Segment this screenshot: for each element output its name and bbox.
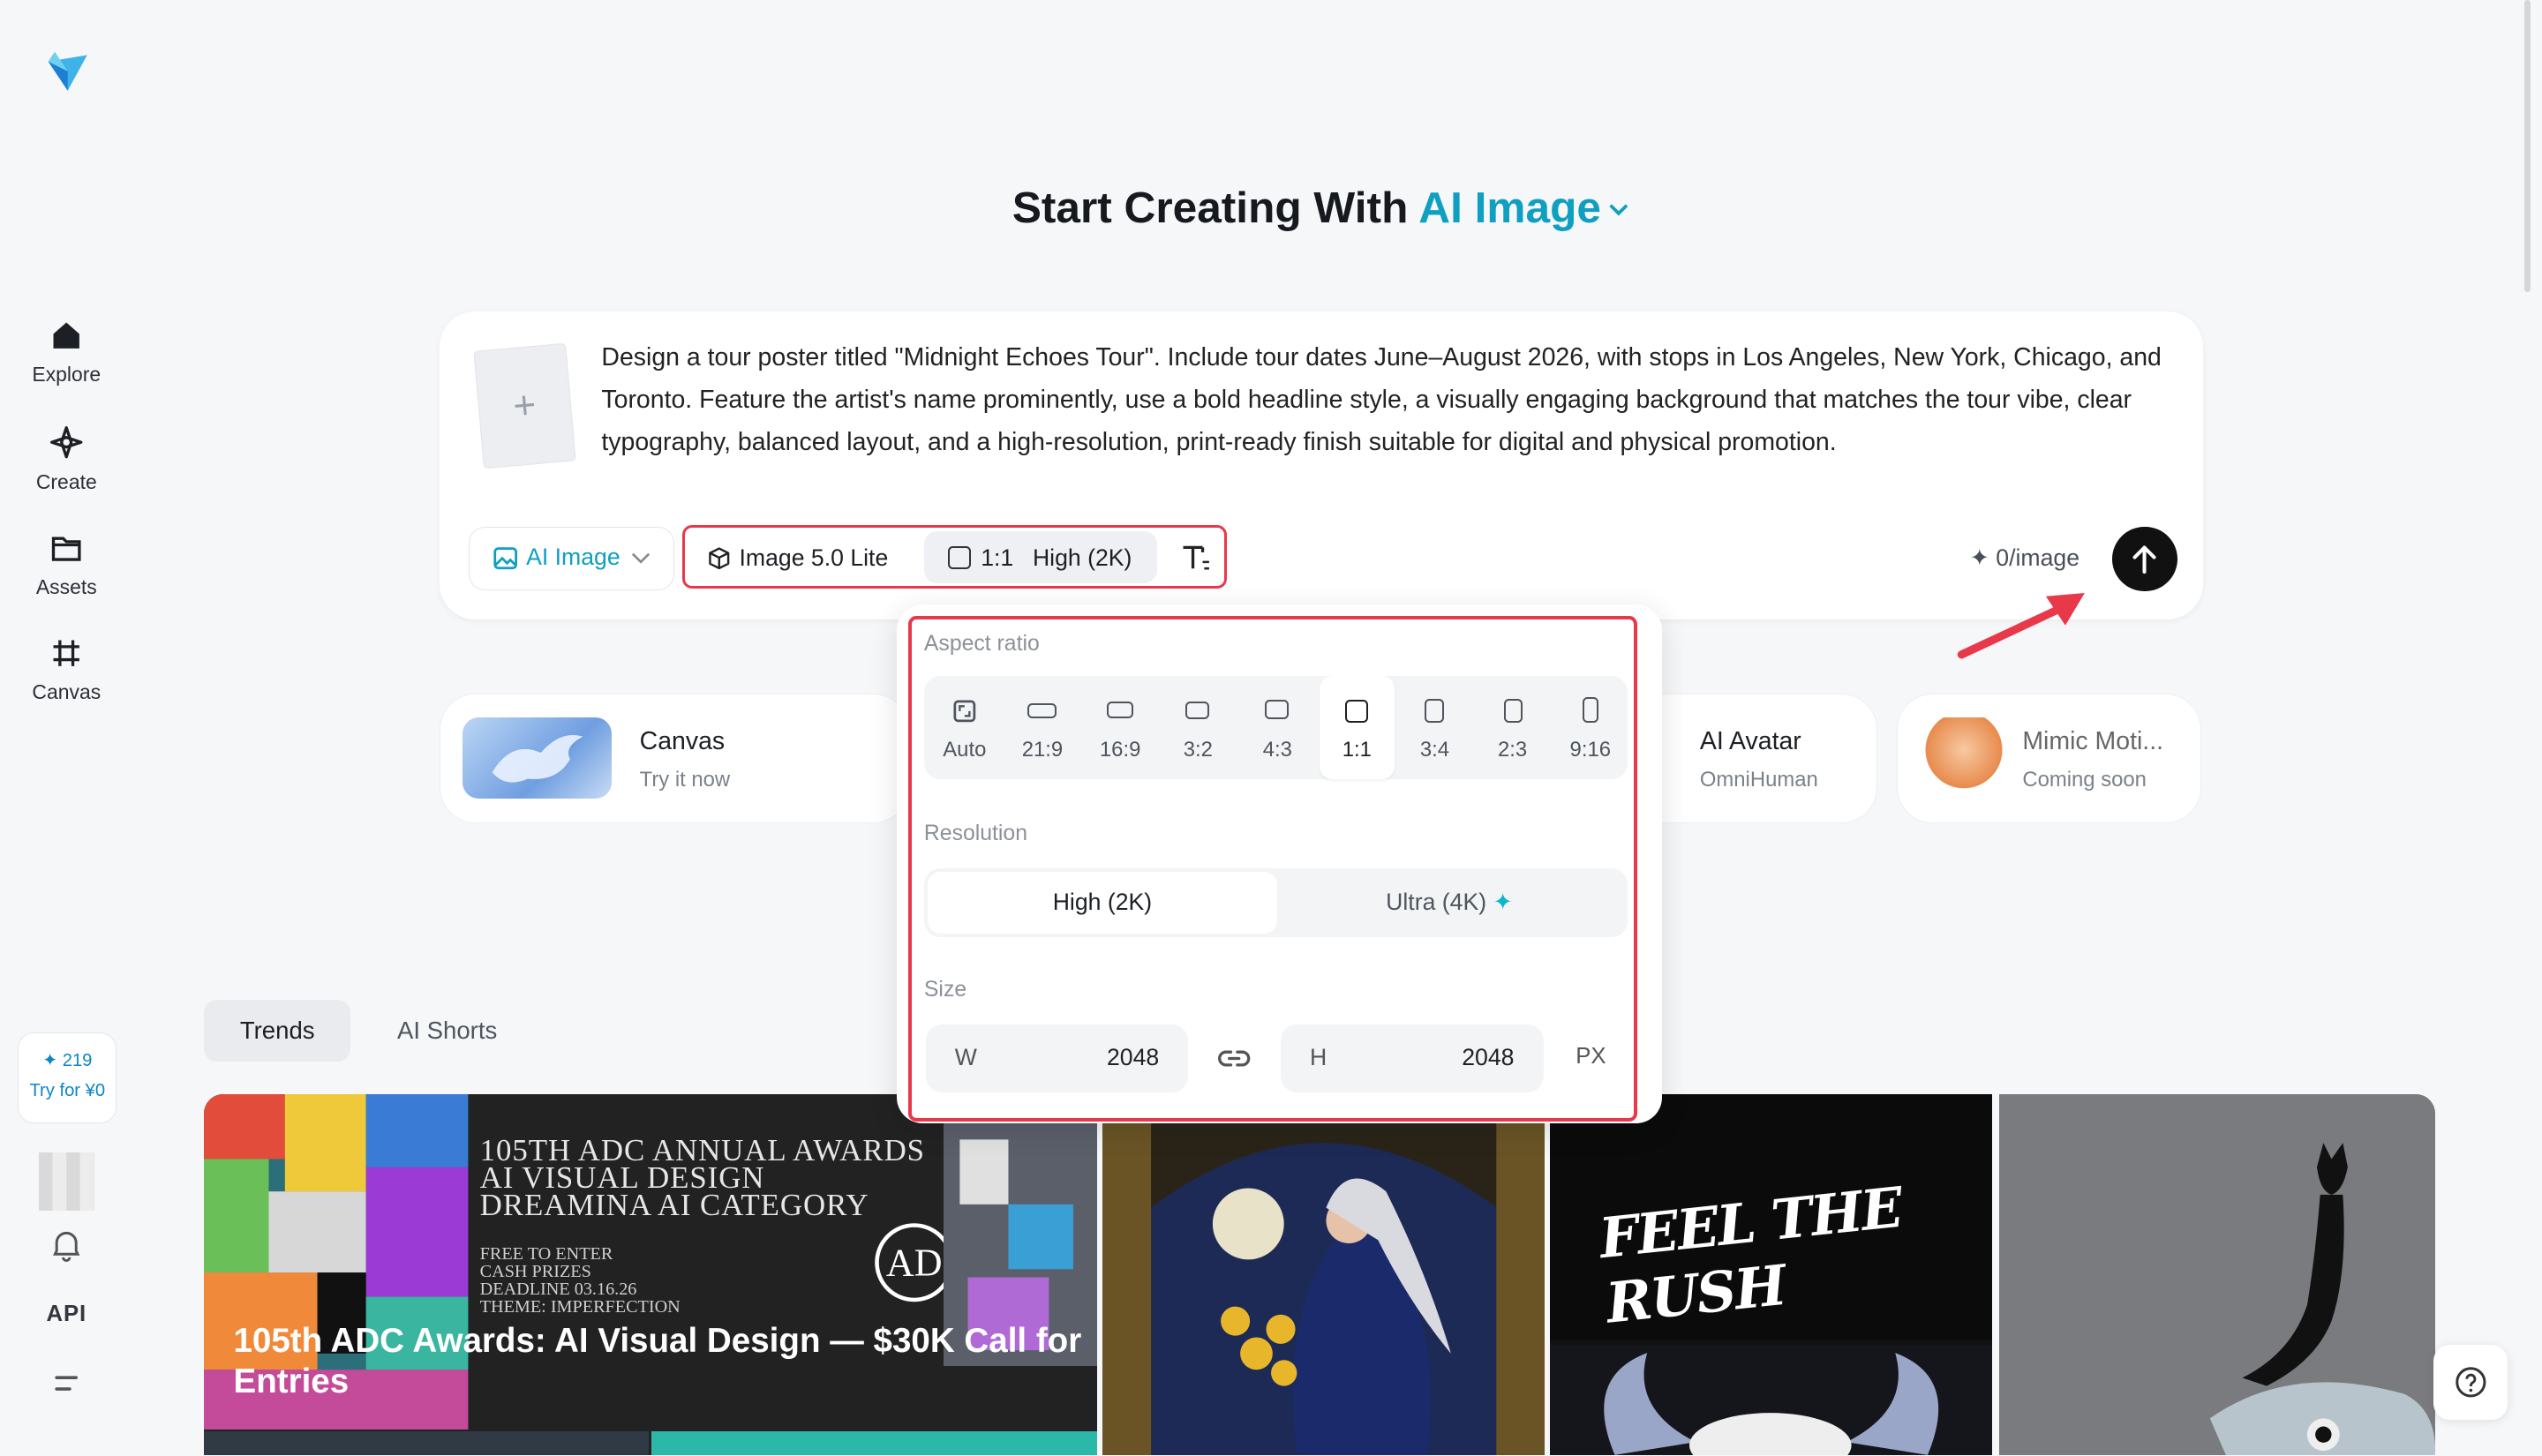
- feature-card-canvas[interactable]: Canvas Try it now: [439, 694, 910, 824]
- app-logo-icon[interactable]: [45, 49, 90, 94]
- mimic-thumbnail: [1923, 717, 2005, 799]
- poster-line: DEADLINE 03.16.26: [479, 1279, 637, 1299]
- annotation-arrow-icon: [1957, 593, 2085, 659]
- crop-icon: [53, 640, 79, 666]
- chevron-down-icon: [632, 552, 651, 564]
- tab-trends[interactable]: Trends: [204, 1000, 350, 1062]
- poster-line: DREAMINA AI CATEGORY: [479, 1187, 869, 1222]
- sidebar-item-explore[interactable]: Explore: [19, 318, 114, 387]
- gallery-card-adc-awards[interactable]: 105TH ADC ANNUAL AWARDS AI VISUAL DESIGN…: [204, 1093, 1098, 1456]
- try-offer-label: Try for ¥0: [29, 1081, 106, 1101]
- mode-switcher-label: AI Image: [1418, 182, 1601, 232]
- bell-icon[interactable]: [49, 1227, 84, 1263]
- canvas-thumbnail: [463, 717, 613, 799]
- sparkle-icon: [50, 426, 83, 459]
- poster-line: THEME: IMPERFECTION: [479, 1297, 681, 1317]
- sidebar-item-label: Explore: [32, 363, 102, 387]
- avatar[interactable]: [39, 1152, 94, 1211]
- feel-the-rush-text: FEEL THE RUSH: [1596, 1174, 1905, 1336]
- cost-label: ✦ 0/image: [1969, 544, 2080, 572]
- arrow-up-icon: [2132, 545, 2156, 574]
- poster-line: FREE TO ENTER: [479, 1243, 613, 1264]
- tab-ai-shorts[interactable]: AI Shorts: [362, 1000, 533, 1062]
- horns-art-icon: [1604, 1353, 1939, 1456]
- title-prefix: Start Creating With: [1012, 182, 1409, 232]
- gallery-card-sunflower[interactable]: [1102, 1093, 1546, 1456]
- feature-title: Mimic Moti...: [2022, 726, 2164, 755]
- feature-card-mimic-motion[interactable]: Mimic Moti... Coming soon: [1896, 694, 2202, 824]
- page-title: Start Creating With AI Image: [0, 182, 2542, 233]
- mode-select-button[interactable]: AI Image: [468, 526, 675, 590]
- prompt-input[interactable]: Design a tour poster titled "Midnight Ec…: [601, 337, 2165, 463]
- gallery-thumb: [204, 1430, 649, 1456]
- scrollbar[interactable]: [2523, 0, 2531, 292]
- feature-subtitle: Coming soon: [2022, 767, 2147, 792]
- sidebar-item-label: Assets: [35, 575, 97, 599]
- sidebar-item-create[interactable]: Create: [19, 424, 114, 493]
- cat-woman-image: [1998, 1093, 2435, 1456]
- add-reference-button[interactable]: +: [473, 342, 576, 469]
- poster-line: CASH PRIZES: [479, 1261, 591, 1281]
- send-button[interactable]: [2112, 526, 2177, 592]
- toolbar-highlight: [682, 525, 1228, 589]
- help-icon: [2456, 1367, 2486, 1398]
- menu-icon[interactable]: [49, 1370, 84, 1399]
- gallery-card-cat-woman[interactable]: [1998, 1093, 2435, 1456]
- credits-button[interactable]: ✦ 219 Try for ¥0: [18, 1032, 117, 1123]
- mode-switcher[interactable]: AI Image: [1418, 183, 1630, 232]
- feature-title: AI Avatar: [1699, 726, 1801, 755]
- svg-text:AD: AD: [886, 1241, 943, 1284]
- credit-count: ✦ 219: [42, 1051, 93, 1071]
- gallery-thumb: [651, 1430, 1098, 1456]
- mode-select-label: AI Image: [526, 544, 620, 571]
- api-link[interactable]: API: [33, 1302, 101, 1327]
- image-icon: [493, 547, 517, 570]
- feature-subtitle: OmniHuman: [1699, 767, 1818, 792]
- poster-details: FREE TO ENTER CASH PRIZES DEADLINE 03.16…: [479, 1243, 681, 1317]
- sidebar-item-assets[interactable]: Assets: [19, 530, 114, 599]
- folder-icon: [51, 537, 81, 561]
- gallery-card-title: 105th ADC Awards: AI Visual Design — $30…: [233, 1321, 1082, 1400]
- sidebar-item-label: Create: [35, 469, 97, 493]
- poster-headline: 105TH ADC ANNUAL AWARDS AI VISUAL DESIGN…: [479, 1135, 925, 1222]
- sidebar-item-canvas[interactable]: Canvas: [19, 635, 114, 704]
- feature-subtitle: Try it now: [639, 767, 731, 792]
- home-icon: [53, 322, 79, 349]
- sunflower-woman-image: [1102, 1093, 1546, 1456]
- feel-the-rush-image: FEEL THE RUSH: [1549, 1093, 1993, 1340]
- chevron-down-icon: [1609, 204, 1628, 216]
- horns-image: [1549, 1345, 1993, 1456]
- pegasus-image: [492, 735, 583, 783]
- help-button[interactable]: [2433, 1345, 2508, 1420]
- popover-highlight: [907, 615, 1638, 1122]
- sidebar-item-label: Canvas: [32, 680, 102, 704]
- gallery-card-feel-the-rush[interactable]: FEEL THE RUSH: [1549, 1093, 1993, 1456]
- feature-title: Canvas: [639, 726, 726, 755]
